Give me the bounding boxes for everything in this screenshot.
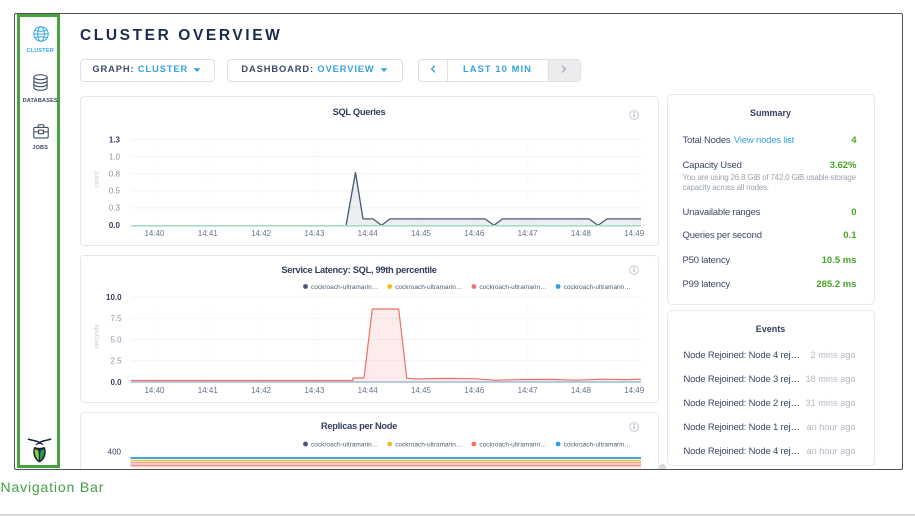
svg-text:0.0: 0.0 [108, 220, 120, 229]
svg-text:14:41: 14:41 [197, 229, 218, 238]
svg-text:cockroach-ultramarin…: cockroach-ultramarin… [563, 284, 630, 291]
svg-text:2.5: 2.5 [110, 356, 122, 365]
svg-text:14:44: 14:44 [357, 229, 378, 238]
svg-text:14:43: 14:43 [304, 229, 325, 238]
svg-text:14:41: 14:41 [197, 386, 218, 395]
svg-text:cockroach-ultramarin…: cockroach-ultramarin… [395, 284, 462, 291]
svg-text:14:40: 14:40 [144, 229, 165, 238]
svg-text:cockroach-ultramarin…: cockroach-ultramarin… [311, 441, 378, 448]
svg-text:14:46: 14:46 [464, 386, 485, 395]
svg-text:7.5: 7.5 [110, 314, 122, 323]
svg-text:14:48: 14:48 [570, 229, 591, 238]
svg-text:0.8: 0.8 [108, 169, 120, 178]
svg-text:14:48: 14:48 [570, 386, 591, 395]
svg-text:0.0: 0.0 [110, 377, 122, 386]
svg-text:14:46: 14:46 [464, 229, 485, 238]
svg-text:10.0: 10.0 [106, 292, 122, 301]
svg-text:14:43: 14:43 [304, 386, 325, 395]
svg-text:14:42: 14:42 [251, 386, 272, 395]
svg-text:14:47: 14:47 [517, 386, 538, 395]
svg-text:14:49: 14:49 [624, 386, 645, 395]
svg-text:cockroach-ultramarin…: cockroach-ultramarin… [563, 441, 630, 448]
svg-text:14:40: 14:40 [144, 386, 165, 395]
svg-text:14:49: 14:49 [624, 229, 645, 238]
svg-text:1.0: 1.0 [108, 152, 120, 161]
svg-text:5.0: 5.0 [110, 335, 122, 344]
svg-text:1.3: 1.3 [108, 135, 120, 144]
svg-text:14:47: 14:47 [517, 229, 538, 238]
svg-text:14:44: 14:44 [357, 386, 378, 395]
svg-text:0.5: 0.5 [108, 186, 120, 195]
svg-text:400: 400 [107, 447, 121, 456]
svg-text:cockroach-ultramarin…: cockroach-ultramarin… [479, 284, 546, 291]
svg-text:cockroach-ultramarin…: cockroach-ultramarin… [479, 441, 546, 448]
svg-text:14:42: 14:42 [251, 229, 272, 238]
svg-text:cockroach-ultramarin…: cockroach-ultramarin… [395, 441, 462, 448]
svg-text:cockroach-ultramarin…: cockroach-ultramarin… [311, 284, 378, 291]
svg-text:14:45: 14:45 [410, 386, 431, 395]
svg-text:0.3: 0.3 [108, 203, 120, 212]
svg-text:14:45: 14:45 [410, 229, 431, 238]
